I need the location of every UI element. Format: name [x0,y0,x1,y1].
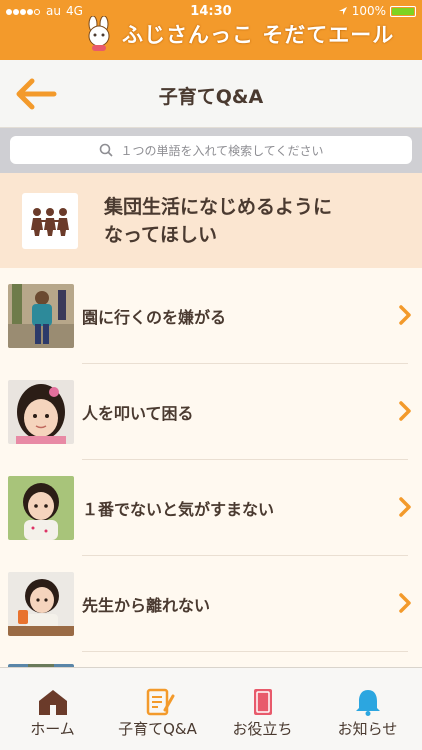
tab-label: お役立ち [232,720,293,738]
brand-logo: ふじさんっこ そだてエール [82,14,394,54]
navigation-bar: 子育てQ&A [0,60,422,128]
tab-home[interactable]: ホーム [0,668,105,750]
list-item[interactable]: 人を叩いて困る [0,364,422,460]
item-label: １番でないと気がすまない [82,500,275,519]
tab-news[interactable]: お知らせ [315,668,420,750]
children-group-icon [22,193,78,249]
child-photo-image [8,380,74,444]
chevron-right-icon [399,401,411,421]
tab-label: 子育てQ&A [118,720,197,738]
chevron-right-icon [399,305,411,325]
category-header: 集団生活になじめるように なってほしい [0,173,422,268]
chevron-right-icon [399,593,411,613]
qa-list: 園に行くのを嫌がる 人を叩いて困る １番でないと気がすまない 先生から離れない [0,268,422,667]
search-icon [99,143,113,157]
child-photo-image [8,284,74,348]
category-title: 集団生活になじめるように なってほしい [104,196,333,246]
list-item[interactable]: １番でないと気がすまない [0,460,422,556]
item-label: 園に行くのを嫌がる [82,308,227,327]
page-title: 子育てQ&A [158,86,264,108]
tab-qa[interactable]: 子育てQ&A [105,668,210,750]
tab-useful[interactable]: お役立ち [210,668,315,750]
list-item[interactable] [0,652,422,667]
child-photo-image [8,572,74,636]
rabbit-mascot-icon [88,16,110,51]
search-input[interactable]: １つの単語を入れて検索してください [10,136,412,164]
tab-label: ホーム [30,720,75,738]
list-item[interactable]: 先生から離れない [0,556,422,652]
bell-icon [356,690,380,716]
tab-label: お知らせ [337,720,398,738]
home-icon [39,690,67,715]
tab-bar: ホーム 子育てQ&A お役立ち お知らせ [0,667,422,750]
chevron-right-icon [399,497,411,517]
header-bar: au 4G 14:30 100% ふじさんっこ そだてエール [0,0,422,60]
child-photo-image [8,476,74,540]
list-item[interactable]: 園に行くのを嫌がる [0,268,422,364]
brand-name: ふじさんっこ そだてエール [122,23,395,47]
item-label: 先生から離れない [82,596,211,615]
book-icon [254,689,272,715]
item-label: 人を叩いて困る [82,404,194,423]
search-bar: １つの単語を入れて検索してください [0,128,422,173]
search-placeholder: １つの単語を入れて検索してください [120,143,324,158]
qa-notebook-icon [146,688,175,716]
